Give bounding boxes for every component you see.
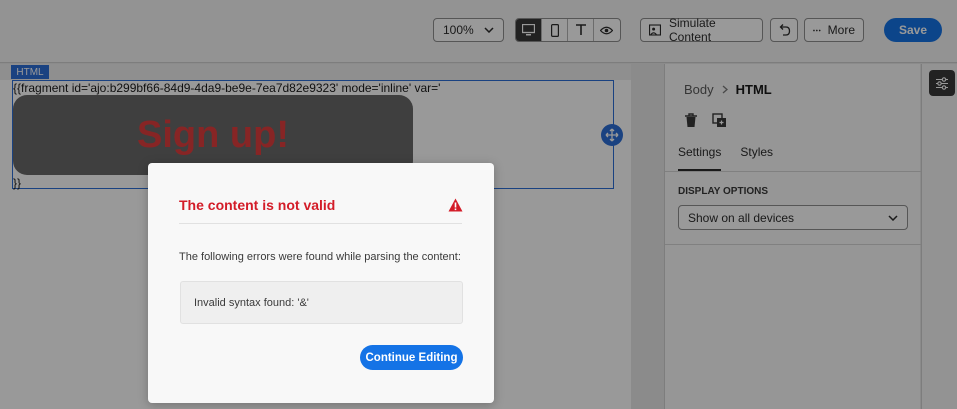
error-detail: Invalid syntax found: '&' xyxy=(194,296,309,309)
continue-editing-button[interactable]: Continue Editing xyxy=(360,345,463,370)
error-dialog: The content is not valid The following e… xyxy=(148,163,494,403)
error-detail-box: Invalid syntax found: '&' xyxy=(180,281,463,324)
dialog-message: The following errors were found while pa… xyxy=(179,251,461,263)
dialog-divider xyxy=(179,223,462,224)
dialog-title: The content is not valid xyxy=(179,197,336,213)
alert-icon xyxy=(448,198,463,212)
